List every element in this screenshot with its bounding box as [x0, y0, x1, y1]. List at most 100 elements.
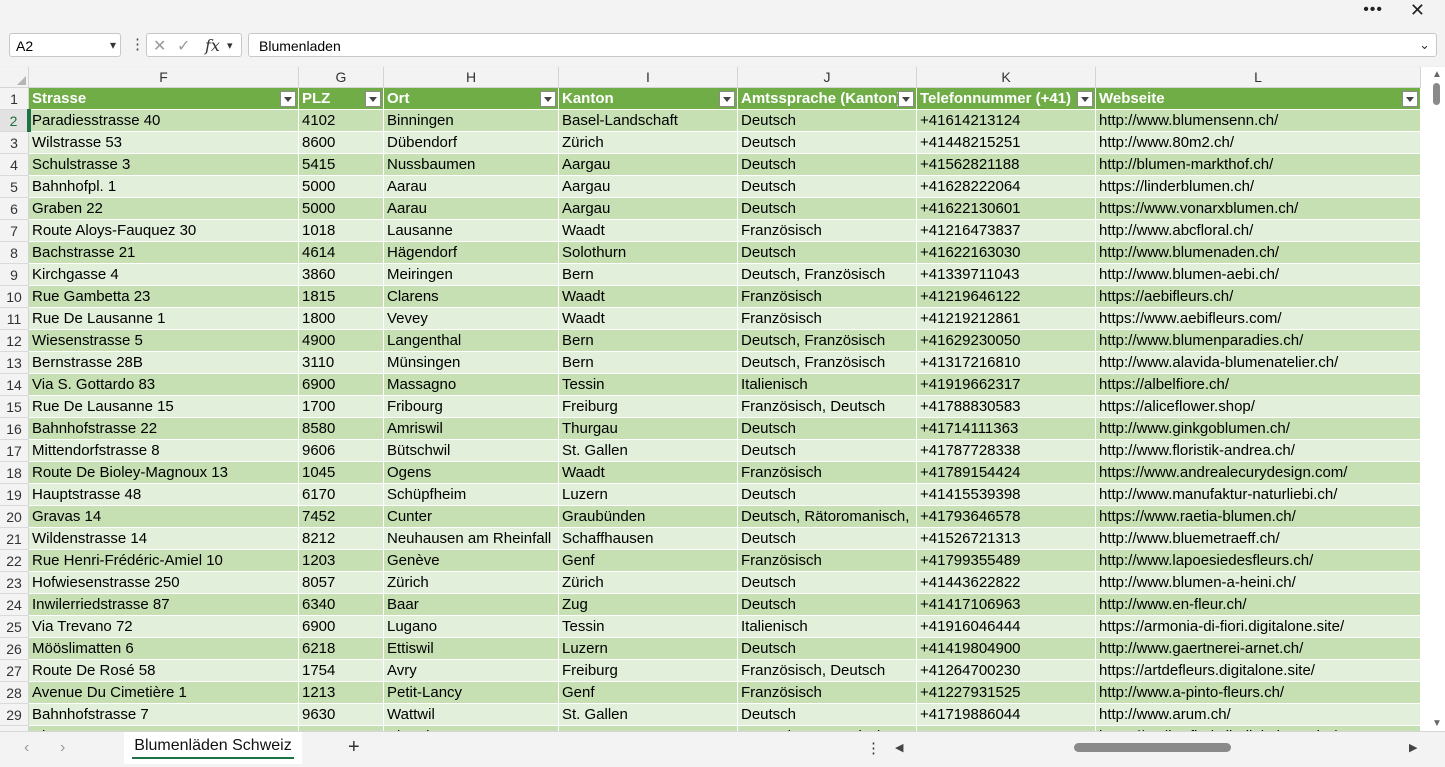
table-cell[interactable]: Bahnhofpl. 1	[29, 176, 299, 198]
table-cell[interactable]: 9606	[299, 440, 384, 462]
chevron-down-icon[interactable]: ▾	[227, 39, 233, 52]
table-cell[interactable]: Deutsch	[738, 418, 917, 440]
table-cell[interactable]: Deutsch	[738, 572, 917, 594]
table-cell[interactable]: +41227931525	[917, 682, 1096, 704]
table-cell[interactable]: Zürich	[559, 132, 738, 154]
table-cell[interactable]: Solothurn	[559, 242, 738, 264]
table-cell[interactable]: Deutsch	[738, 594, 917, 616]
table-cell[interactable]: 3860	[299, 264, 384, 286]
table-cell[interactable]: Deutsch	[738, 132, 917, 154]
table-cell[interactable]: Waadt	[559, 220, 738, 242]
table-cell[interactable]: 1754	[299, 660, 384, 682]
row-header[interactable]: 7	[0, 220, 29, 242]
table-cell[interactable]: http://www.abcfloral.ch/	[1096, 220, 1421, 242]
row-header[interactable]: 15	[0, 396, 29, 418]
table-cell[interactable]: 4900	[299, 330, 384, 352]
table-cell[interactable]: Deutsch	[738, 440, 917, 462]
table-cell[interactable]: http://www.gaertnerei-arnet.ch/	[1096, 638, 1421, 660]
table-cell[interactable]: +41788830583	[917, 396, 1096, 418]
table-cell[interactable]: http://www.en-fleur.ch/	[1096, 594, 1421, 616]
table-cell[interactable]: Deutsch	[738, 154, 917, 176]
table-cell[interactable]: http://www.a-pinto-fleurs.ch/	[1096, 682, 1421, 704]
table-cell[interactable]: Rue Gambetta 23	[29, 286, 299, 308]
row-header[interactable]: 18	[0, 462, 29, 484]
table-cell[interactable]: Lugano	[384, 616, 559, 638]
table-cell[interactable]: 1700	[299, 396, 384, 418]
formula-input[interactable]: Blumenladen ⌄	[248, 33, 1437, 57]
more-vertical-icon[interactable]: ⋮	[130, 35, 145, 53]
table-cell[interactable]: http://www.manufaktur-naturliebi.ch/	[1096, 484, 1421, 506]
table-cell[interactable]: +41219212861	[917, 308, 1096, 330]
table-cell[interactable]: Zug	[559, 594, 738, 616]
row-header[interactable]: 5	[0, 176, 29, 198]
table-cell[interactable]: Petit-Lancy	[384, 682, 559, 704]
table-cell[interactable]: Langenthal	[384, 330, 559, 352]
filter-dropdown-icon[interactable]	[540, 91, 556, 107]
table-cell[interactable]: +41216473837	[917, 220, 1096, 242]
table-cell[interactable]: +41919662317	[917, 374, 1096, 396]
table-cell[interactable]: +41629230050	[917, 330, 1096, 352]
table-cell[interactable]: +41339711043	[917, 264, 1096, 286]
row-header[interactable]: 20	[0, 506, 29, 528]
table-cell[interactable]: +41419804900	[917, 638, 1096, 660]
table-cell[interactable]: Fribourg	[384, 396, 559, 418]
table-cell[interactable]: Deutsch	[738, 528, 917, 550]
row-header[interactable]: 27	[0, 660, 29, 682]
table-cell[interactable]: Ogens	[384, 462, 559, 484]
table-cell[interactable]: +41415539398	[917, 484, 1096, 506]
table-cell[interactable]: https://aliceflower.shop/	[1096, 396, 1421, 418]
table-cell[interactable]: 6340	[299, 594, 384, 616]
table-cell[interactable]: +41622130601	[917, 198, 1096, 220]
table-cell[interactable]: 1045	[299, 462, 384, 484]
table-cell[interactable]: http://www.lapoesiedesfleurs.ch/	[1096, 550, 1421, 572]
scroll-left-icon[interactable]: ◀	[895, 741, 903, 754]
scroll-down-icon[interactable]: ▼	[1432, 718, 1442, 729]
row-header[interactable]: 2	[0, 110, 29, 132]
table-cell[interactable]: Waadt	[559, 462, 738, 484]
vertical-scrollbar[interactable]: ▲ ▼	[1428, 67, 1445, 731]
insert-function-icon[interactable]: fx	[205, 36, 220, 55]
table-cell[interactable]: http://blumen-markthof.ch/	[1096, 154, 1421, 176]
column-header-f[interactable]: F	[29, 67, 299, 88]
table-cell[interactable]: https://www.andrealecurydesign.com/	[1096, 462, 1421, 484]
row-header[interactable]: 4	[0, 154, 29, 176]
table-cell[interactable]: 6170	[299, 484, 384, 506]
table-cell[interactable]: Genf	[559, 550, 738, 572]
table-cell[interactable]: Lausanne	[384, 220, 559, 242]
table-cell[interactable]: Dübendorf	[384, 132, 559, 154]
table-cell[interactable]: St. Gallen	[559, 704, 738, 726]
table-cell[interactable]: Binningen	[384, 110, 559, 132]
table-cell[interactable]: Freiburg	[559, 660, 738, 682]
table-cell[interactable]: Französisch, Deutsch	[738, 396, 917, 418]
table-cell[interactable]: http://www.blumensenn.ch/	[1096, 110, 1421, 132]
table-cell[interactable]: Deutsch, Rätoromanisch,	[738, 506, 917, 528]
table-cell[interactable]: Schaffhausen	[559, 528, 738, 550]
table-cell[interactable]: Italienisch	[738, 374, 917, 396]
column-header-h[interactable]: H	[384, 67, 559, 88]
row-header[interactable]: 28	[0, 682, 29, 704]
table-cell[interactable]: Meiringen	[384, 264, 559, 286]
table-cell[interactable]: Paradiesstrasse 40	[29, 110, 299, 132]
table-cell[interactable]: Französisch	[738, 308, 917, 330]
table-cell[interactable]: +41628222064	[917, 176, 1096, 198]
table-cell[interactable]: Deutsch	[738, 704, 917, 726]
row-header[interactable]: 29	[0, 704, 29, 726]
table-cell[interactable]: Rue Henri-Frédéric-Amiel 10	[29, 550, 299, 572]
vertical-scroll-thumb[interactable]	[1433, 83, 1440, 105]
row-header[interactable]: 24	[0, 594, 29, 616]
table-cell[interactable]: Inwilerriedstrasse 87	[29, 594, 299, 616]
table-cell[interactable]: http://www.80m2.ch/	[1096, 132, 1421, 154]
table-cell[interactable]: Vevey	[384, 308, 559, 330]
filter-dropdown-icon[interactable]	[365, 91, 381, 107]
table-cell[interactable]: Französisch	[738, 682, 917, 704]
table-cell[interactable]: +41448215251	[917, 132, 1096, 154]
table-cell[interactable]: +41317216810	[917, 352, 1096, 374]
table-cell[interactable]: 1800	[299, 308, 384, 330]
table-cell[interactable]: Aargau	[559, 176, 738, 198]
table-cell[interactable]: https://www.vonarxblumen.ch/	[1096, 198, 1421, 220]
table-cell[interactable]: Zürich	[559, 572, 738, 594]
table-cell[interactable]: 6218	[299, 638, 384, 660]
table-cell[interactable]: Tessin	[559, 374, 738, 396]
table-cell[interactable]: Route De Rosé 58	[29, 660, 299, 682]
table-cell[interactable]: 3110	[299, 352, 384, 374]
